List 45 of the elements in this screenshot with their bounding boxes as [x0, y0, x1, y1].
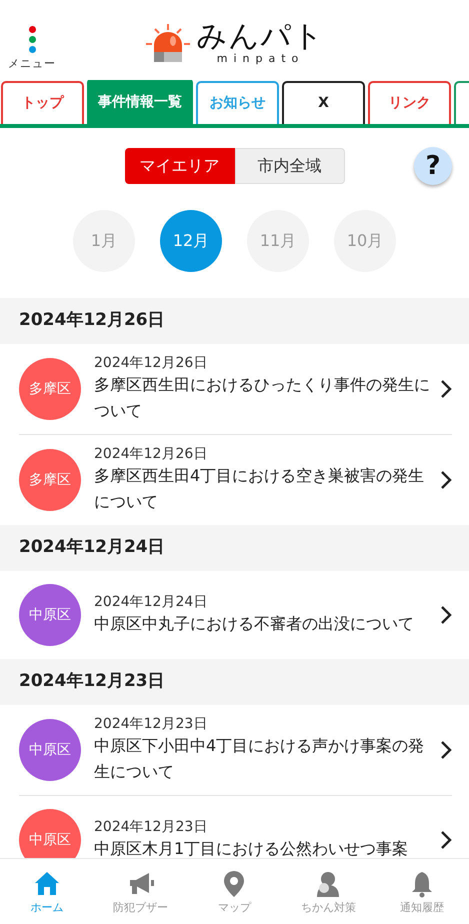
incident-date: 2024年12月23日 — [94, 715, 208, 733]
menu-button[interactable]: メニュー — [8, 26, 56, 72]
nav-tab[interactable]: 通知履歴 — [375, 859, 469, 924]
help-button[interactable]: ? — [414, 147, 452, 185]
district-badge: 中原区 — [19, 584, 81, 646]
district-badge: 多摩区 — [19, 449, 81, 511]
tab[interactable]: X — [282, 81, 365, 124]
chevron-right-icon[interactable] — [440, 740, 452, 760]
tab[interactable]: トップ — [1, 81, 84, 124]
area-toggle-button[interactable]: 市内全域 — [234, 148, 344, 184]
chevron-right-icon[interactable] — [440, 605, 452, 625]
siren-icon — [144, 23, 190, 63]
incident-date: 2024年12月23日 — [94, 818, 208, 836]
nav-tab[interactable]: 防犯ブザー — [94, 859, 188, 924]
month-button[interactable]: 11月 — [247, 210, 309, 272]
nav-tab[interactable]: マップ — [188, 859, 282, 924]
tab[interactable]: お知らせ — [196, 81, 279, 124]
incident-date: 2024年12月26日 — [94, 445, 208, 463]
district-badge: 中原区 — [19, 809, 81, 858]
tab[interactable]: リンク — [368, 81, 451, 124]
nav-tab[interactable]: ちかん対策 — [281, 859, 376, 924]
district-badge: 中原区 — [19, 719, 81, 781]
tab[interactable]: 事件情報一覧 — [87, 80, 193, 124]
logo-subtitle: minpato — [216, 53, 306, 65]
chevron-right-icon[interactable] — [440, 379, 452, 399]
logo-title: みんパト — [196, 21, 324, 53]
section-date: 2024年12月26日 — [0, 298, 469, 344]
month-button[interactable]: 1月 — [73, 210, 135, 272]
section-date: 2024年12月23日 — [0, 659, 469, 705]
incident-title[interactable]: 中原区下小田中4丁目における声かけ事案の発生について — [94, 733, 432, 785]
incident-title[interactable]: 多摩区西生田4丁目における空き巣被害の発生について — [94, 463, 432, 515]
section-date: 2024年12月24日 — [0, 525, 469, 571]
area-toggle-button[interactable]: マイエリア — [124, 148, 234, 184]
nav-tab[interactable]: ホーム — [0, 859, 94, 924]
incident-date: 2024年12月26日 — [94, 354, 208, 372]
incident-date: 2024年12月24日 — [94, 593, 208, 611]
incident-title[interactable]: 中原区中丸子における不審者の出没について — [94, 611, 432, 637]
month-button[interactable]: 10月 — [334, 210, 396, 272]
incident-title[interactable]: 中原区木月1丁目における公然わいせつ事案 — [94, 836, 432, 858]
month-button[interactable]: 12月 — [160, 210, 222, 272]
chevron-right-icon[interactable] — [440, 470, 452, 490]
incident-title[interactable]: 多摩区西生田におけるひったくり事件の発生について — [94, 372, 432, 424]
menu-icon — [28, 26, 36, 53]
district-badge: 多摩区 — [19, 358, 81, 420]
chevron-right-icon[interactable] — [440, 830, 452, 850]
